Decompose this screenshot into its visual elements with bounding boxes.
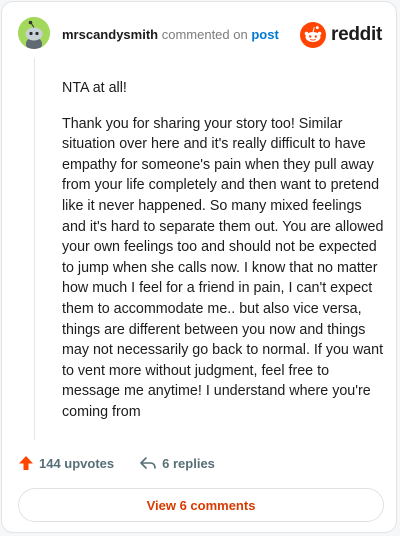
reply-arrow-icon bbox=[140, 457, 156, 469]
user-avatar[interactable] bbox=[18, 17, 50, 49]
post-link[interactable]: post bbox=[251, 27, 278, 42]
upvote-count: 144 upvotes bbox=[39, 455, 115, 471]
username[interactable]: mrscandysmith bbox=[62, 27, 158, 42]
comment-header: mrscandysmith commented on post bbox=[62, 27, 279, 43]
view-comments-button[interactable]: View 6 comments bbox=[18, 488, 384, 522]
comment-paragraph: NTA at all! bbox=[62, 80, 127, 96]
reply-count: 6 replies bbox=[162, 455, 215, 471]
reddit-brand: reddit bbox=[300, 22, 382, 48]
action-text: commented on bbox=[161, 27, 248, 42]
snoo-avatar-icon bbox=[18, 17, 50, 49]
reddit-logo-icon bbox=[300, 22, 327, 48]
upvote-arrow-icon bbox=[19, 456, 33, 470]
comment-body: NTA at all! Thank you for sharing your s… bbox=[62, 78, 388, 438]
comment-paragraph: Thank you for sharing your story too! Si… bbox=[62, 115, 384, 420]
reply-button[interactable]: 6 replies bbox=[139, 455, 215, 471]
thread-line bbox=[34, 58, 35, 440]
comment-card: mrscandysmith commented on post reddit N… bbox=[1, 1, 397, 533]
comment-actions: 144 upvotes 6 replies bbox=[18, 455, 240, 471]
brand-wordmark: reddit bbox=[331, 24, 382, 45]
upvote-button[interactable]: 144 upvotes bbox=[18, 455, 114, 471]
